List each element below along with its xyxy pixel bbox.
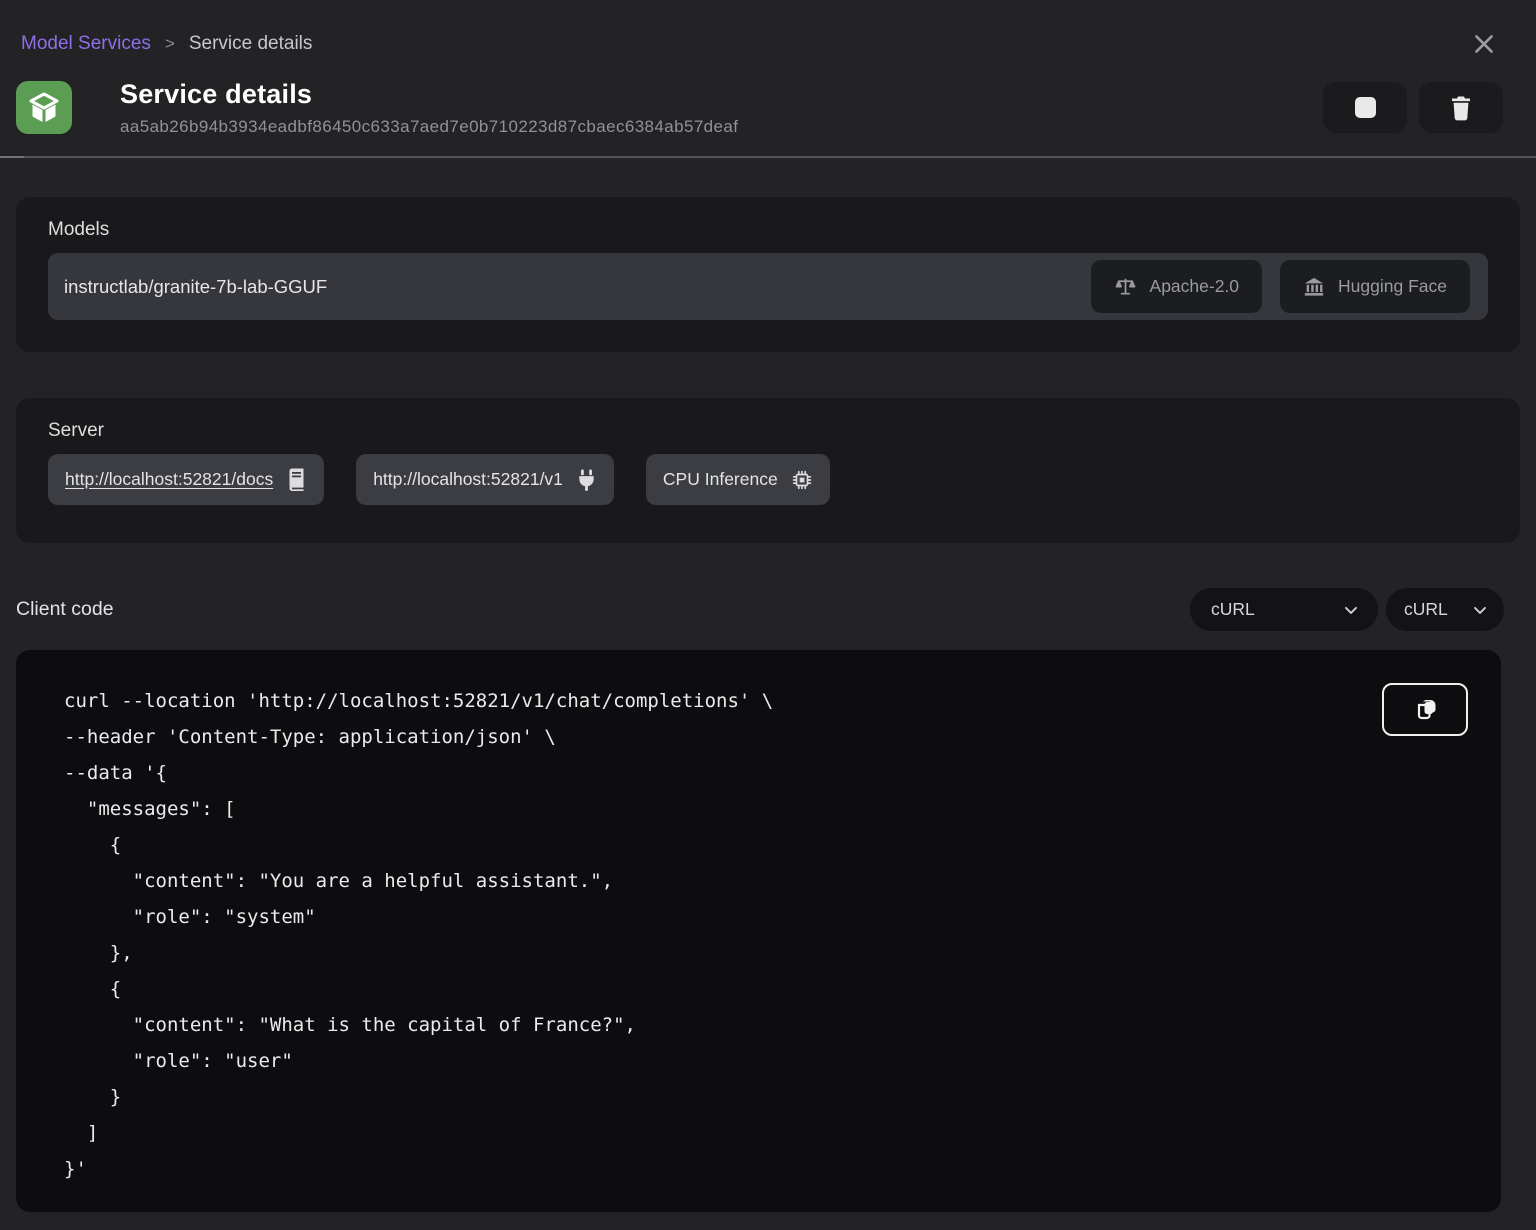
breadcrumb-model-services-link[interactable]: Model Services — [21, 33, 151, 55]
service-header: Service details aa5ab26b94b3934eadbf8645… — [16, 81, 1503, 134]
copy-icon — [1411, 696, 1439, 724]
inference-type-text: CPU Inference — [663, 469, 778, 490]
api-endpoint-pill[interactable]: http://localhost:52821/v1 — [356, 454, 614, 505]
docs-endpoint-link[interactable]: http://localhost:52821/docs — [65, 469, 273, 490]
models-section: Models instructlab/granite-7b-lab-GGUF A… — [16, 197, 1520, 352]
page-title: Service details — [120, 79, 738, 110]
client-code-block: curl --location 'http://localhost:52821/… — [16, 650, 1501, 1212]
close-icon — [1471, 31, 1497, 57]
plug-icon — [576, 468, 597, 492]
title-block: Service details aa5ab26b94b3934eadbf8645… — [120, 79, 738, 137]
docs-endpoint-pill[interactable]: http://localhost:52821/docs — [48, 454, 324, 505]
divider-accent — [0, 156, 24, 158]
license-badge[interactable]: Apache-2.0 — [1091, 260, 1263, 313]
model-name: instructlab/granite-7b-lab-GGUF — [64, 276, 1091, 298]
stop-service-button[interactable] — [1323, 82, 1407, 133]
stop-icon — [1355, 97, 1376, 118]
client-code-label: Client code — [16, 598, 114, 621]
client-code-header: Client code cURL cURL — [16, 588, 1504, 631]
models-label: Models — [48, 219, 1488, 241]
chevron-down-icon — [1470, 600, 1490, 620]
trash-icon — [1449, 95, 1473, 121]
scale-icon — [1114, 275, 1137, 298]
chevron-down-icon — [1341, 600, 1361, 620]
breadcrumb-separator: > — [165, 34, 175, 54]
close-button[interactable] — [1470, 30, 1498, 58]
code-dropdowns: cURL cURL — [1190, 588, 1504, 631]
api-endpoint-text: http://localhost:52821/v1 — [373, 469, 563, 490]
bank-icon — [1303, 276, 1325, 298]
header-divider — [0, 156, 1536, 158]
curl-code: curl --location 'http://localhost:52821/… — [64, 683, 1461, 1187]
license-badge-label: Apache-2.0 — [1150, 276, 1240, 297]
inference-type-pill[interactable]: CPU Inference — [646, 454, 830, 505]
header-actions — [1323, 82, 1503, 133]
registry-badge[interactable]: Hugging Face — [1280, 260, 1470, 313]
model-row: instructlab/granite-7b-lab-GGUF Apache-2… — [48, 253, 1488, 320]
variant-select[interactable]: cURL — [1386, 588, 1504, 631]
service-cube-icon — [16, 81, 72, 134]
variant-select-value: cURL — [1404, 599, 1470, 620]
server-section: Server http://localhost:52821/docs http:… — [16, 398, 1520, 543]
registry-badge-label: Hugging Face — [1338, 276, 1447, 297]
server-pills: http://localhost:52821/docs http://local… — [48, 454, 1488, 505]
model-badges: Apache-2.0 Hugging Face — [1091, 260, 1470, 313]
breadcrumb-current: Service details — [189, 33, 313, 55]
server-label: Server — [48, 420, 1488, 442]
language-select-value: cURL — [1211, 599, 1341, 620]
service-id: aa5ab26b94b3934eadbf86450c633a7aed7e0b71… — [120, 117, 738, 137]
copy-code-button[interactable] — [1382, 683, 1468, 736]
delete-service-button[interactable] — [1419, 82, 1503, 133]
chip-icon — [791, 469, 813, 491]
language-select[interactable]: cURL — [1190, 588, 1378, 631]
book-icon — [286, 468, 307, 492]
breadcrumb: Model Services > Service details — [0, 0, 1536, 58]
